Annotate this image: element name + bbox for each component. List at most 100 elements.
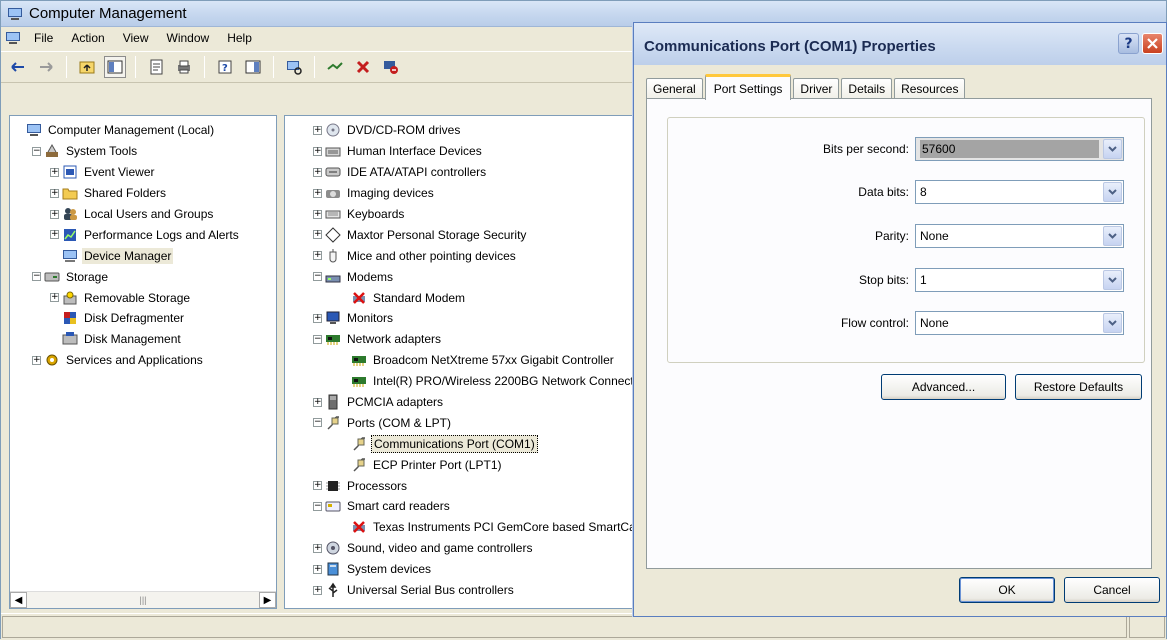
expand-plus-icon[interactable]: + bbox=[313, 188, 322, 198]
restore-defaults-button[interactable]: Restore Defaults bbox=[1015, 374, 1142, 400]
expand-plus-icon[interactable]: + bbox=[313, 230, 322, 240]
properties-icon[interactable] bbox=[145, 56, 167, 78]
tree-label: Human Interface Devices bbox=[347, 144, 482, 159]
collapse-minus-icon[interactable]: − bbox=[313, 418, 322, 428]
back-arrow-icon[interactable] bbox=[7, 56, 29, 78]
window-system-menu-icon[interactable] bbox=[5, 30, 21, 46]
defrag-icon bbox=[62, 310, 78, 326]
scroll-left-icon[interactable]: ◀ bbox=[10, 592, 27, 608]
mouse-icon bbox=[325, 248, 341, 264]
svg-text:?: ? bbox=[222, 63, 228, 74]
expand-plus-icon[interactable]: + bbox=[313, 125, 322, 135]
tree-label: Maxtor Personal Storage Security bbox=[347, 227, 527, 242]
parity-select[interactable]: None bbox=[915, 224, 1124, 248]
tree-label: Shared Folders bbox=[84, 186, 167, 201]
expand-plus-icon[interactable]: + bbox=[313, 543, 322, 553]
expand-plus-icon[interactable]: + bbox=[50, 209, 59, 219]
tree-row[interactable]: Device Manager bbox=[10, 245, 276, 266]
tree-label: Modems bbox=[347, 269, 394, 284]
menu-file[interactable]: File bbox=[25, 31, 62, 45]
expand-plus-icon[interactable]: + bbox=[50, 188, 59, 198]
tree-row[interactable]: Computer Management (Local) bbox=[10, 120, 276, 141]
tree-row[interactable]: − Storage bbox=[10, 266, 276, 287]
dialog-titlebar[interactable]: Communications Port (COM1) Properties ? bbox=[634, 23, 1166, 65]
stop-bits-value: 1 bbox=[920, 273, 927, 287]
flow-control-select[interactable]: None bbox=[915, 311, 1124, 335]
collapse-minus-icon[interactable]: − bbox=[313, 501, 322, 511]
ok-button[interactable]: OK bbox=[959, 577, 1055, 603]
scan-hardware-icon[interactable] bbox=[283, 56, 305, 78]
menu-view[interactable]: View bbox=[114, 31, 158, 45]
expand-plus-icon[interactable]: + bbox=[313, 564, 322, 574]
advanced-button[interactable]: Advanced... bbox=[881, 374, 1006, 400]
print-icon[interactable] bbox=[173, 56, 195, 78]
expand-plus-icon[interactable]: + bbox=[313, 585, 322, 595]
tree-row[interactable]: + Performance Logs and Alerts bbox=[10, 224, 276, 245]
tab-general[interactable]: General bbox=[646, 78, 703, 99]
menu-help[interactable]: Help bbox=[218, 31, 261, 45]
flow-control-row: Flow control: None bbox=[841, 311, 1124, 335]
show-hide-tree-icon[interactable] bbox=[104, 56, 126, 78]
menu-action[interactable]: Action bbox=[62, 31, 113, 45]
chevron-down-icon[interactable] bbox=[1103, 182, 1122, 202]
computer-icon bbox=[26, 122, 42, 138]
expand-plus-icon[interactable]: + bbox=[313, 209, 322, 219]
expand-plus-icon[interactable]: + bbox=[313, 481, 322, 491]
status-bar-pane bbox=[2, 616, 1127, 638]
chevron-down-icon[interactable] bbox=[1103, 139, 1122, 159]
menu-window[interactable]: Window bbox=[158, 31, 219, 45]
tree-label: Universal Serial Bus controllers bbox=[347, 583, 514, 598]
expand-plus-icon[interactable]: + bbox=[50, 293, 59, 303]
help-button[interactable]: ? bbox=[1118, 33, 1139, 54]
expand-plus-icon[interactable]: + bbox=[313, 397, 322, 407]
chevron-down-icon[interactable] bbox=[1103, 226, 1122, 246]
toolbar-separator bbox=[204, 56, 205, 78]
stop-bits-label: Stop bits: bbox=[858, 273, 909, 287]
collapse-minus-icon[interactable]: − bbox=[32, 146, 41, 156]
expand-plus-icon[interactable]: + bbox=[313, 251, 322, 261]
data-bits-select[interactable]: 8 bbox=[915, 180, 1124, 204]
expand-plus-icon[interactable]: + bbox=[313, 146, 322, 156]
chevron-down-icon[interactable] bbox=[1103, 313, 1122, 333]
horizontal-scrollbar[interactable]: ◀ ||| ▶ bbox=[10, 591, 276, 608]
forward-arrow-icon[interactable] bbox=[35, 56, 57, 78]
close-button[interactable] bbox=[1142, 33, 1163, 54]
tree-row[interactable]: + Shared Folders bbox=[10, 183, 276, 204]
tab-driver[interactable]: Driver bbox=[793, 78, 840, 99]
tree-row[interactable]: Disk Management bbox=[10, 329, 276, 350]
tab-port-settings[interactable]: Port Settings bbox=[704, 74, 792, 100]
stop-bits-select[interactable]: 1 bbox=[915, 268, 1124, 292]
tree-row[interactable]: Disk Defragmenter bbox=[10, 308, 276, 329]
tree-row[interactable]: + Removable Storage bbox=[10, 287, 276, 308]
uninstall-icon[interactable] bbox=[352, 56, 374, 78]
collapse-minus-icon[interactable]: − bbox=[32, 272, 41, 282]
chevron-down-icon[interactable] bbox=[1103, 270, 1122, 290]
tab-details[interactable]: Details bbox=[841, 78, 893, 99]
tree-row[interactable]: + Services and Applications bbox=[10, 350, 276, 371]
collapse-minus-icon[interactable]: − bbox=[313, 272, 322, 282]
expand-plus-icon[interactable]: + bbox=[32, 355, 41, 365]
keyboard-icon bbox=[325, 206, 341, 222]
tree-row[interactable]: + Local Users and Groups bbox=[10, 204, 276, 225]
expand-plus-icon[interactable]: + bbox=[50, 230, 59, 240]
tree-label: Device Manager bbox=[82, 247, 174, 264]
tab-resources[interactable]: Resources bbox=[894, 78, 966, 99]
help-icon[interactable]: ? bbox=[214, 56, 236, 78]
tools-icon bbox=[44, 143, 60, 159]
expand-plus-icon[interactable]: + bbox=[313, 313, 322, 323]
expand-plus-icon[interactable]: + bbox=[50, 167, 59, 177]
toolbar-separator bbox=[273, 56, 274, 78]
bits-per-second-select[interactable]: 57600 bbox=[915, 137, 1124, 161]
update-driver-icon[interactable] bbox=[324, 56, 346, 78]
tree-row[interactable]: + Event Viewer bbox=[10, 162, 276, 183]
show-hide-action-pane-icon[interactable] bbox=[242, 56, 264, 78]
up-level-icon[interactable] bbox=[76, 56, 98, 78]
cancel-button[interactable]: Cancel bbox=[1064, 577, 1160, 603]
disable-device-icon[interactable] bbox=[380, 56, 402, 78]
expand-plus-icon[interactable]: + bbox=[313, 167, 322, 177]
tree-label: Broadcom NetXtreme 57xx Gigabit Controll… bbox=[373, 353, 614, 368]
collapse-minus-icon[interactable]: − bbox=[313, 334, 322, 344]
scrollbar-track[interactable]: ||| bbox=[27, 595, 259, 605]
scroll-right-icon[interactable]: ▶ bbox=[259, 592, 276, 608]
tree-row[interactable]: − System Tools bbox=[10, 141, 276, 162]
